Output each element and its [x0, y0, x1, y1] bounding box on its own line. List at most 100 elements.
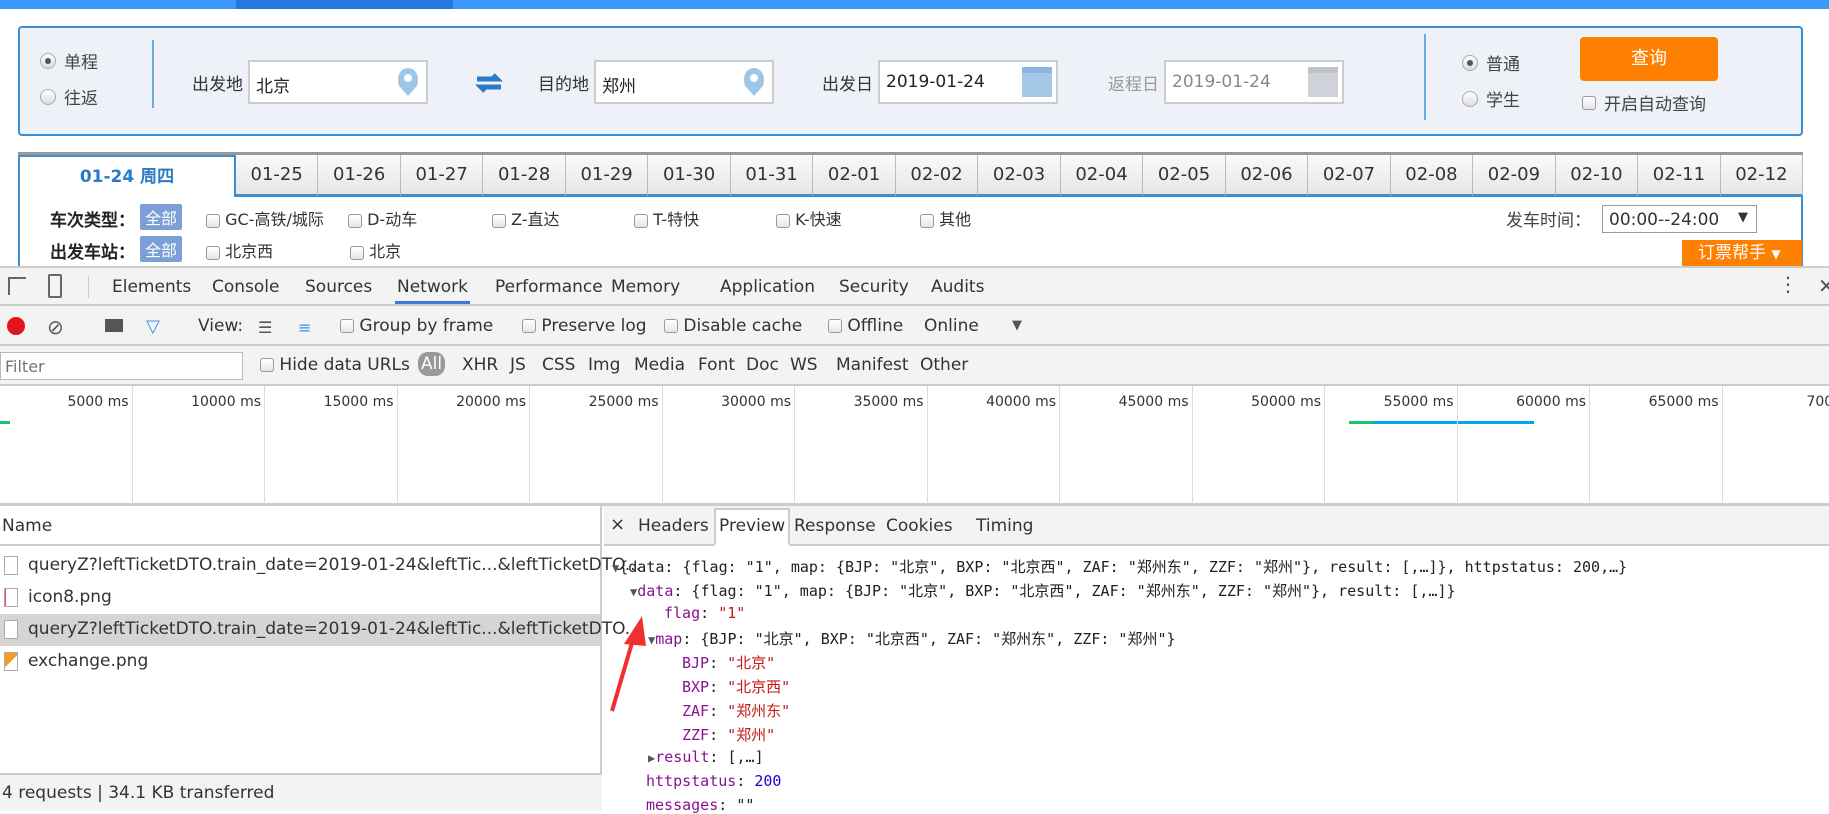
type-filter-xhr[interactable]: XHR [462, 355, 498, 375]
date-tab[interactable]: 01-28 [483, 155, 565, 197]
radio-oneway[interactable] [40, 53, 56, 69]
station-all[interactable]: 全部 [140, 236, 182, 262]
offline-option[interactable]: Offline [828, 316, 903, 336]
date-tab[interactable]: 02-02 [896, 155, 978, 197]
type-filter-other[interactable]: Other [920, 355, 968, 375]
checkbox[interactable] [920, 214, 934, 228]
date-tab[interactable]: 02-08 [1391, 155, 1473, 197]
checkbox[interactable] [522, 319, 536, 333]
request-row[interactable]: queryZ?leftTicketDTO.train_date=2019-01-… [0, 614, 600, 646]
devtools-tab-sources[interactable]: Sources [303, 268, 374, 304]
checkbox[interactable] [260, 358, 274, 372]
booking-helper-button[interactable]: 订票帮手 ▼ [1682, 240, 1802, 266]
train-type-all[interactable]: 全部 [140, 204, 182, 230]
train-type-option[interactable]: T-特快 [634, 206, 699, 230]
type-filter-all[interactable]: All [418, 352, 445, 376]
checkbox[interactable] [340, 319, 354, 333]
checkbox[interactable] [828, 319, 842, 333]
type-filter-js[interactable]: JS [510, 355, 526, 375]
disable-cache-option[interactable]: Disable cache [664, 316, 802, 336]
network-overview-timeline[interactable]: 5000 ms10000 ms15000 ms20000 ms25000 ms3… [0, 386, 1829, 506]
type-filter-ws[interactable]: WS [790, 355, 818, 375]
type-filter-font[interactable]: Font [698, 355, 735, 375]
query-button[interactable]: 查询 [1580, 37, 1718, 81]
train-type-option[interactable]: 其他 [920, 206, 971, 230]
checkbox[interactable] [206, 246, 220, 260]
devtools-tab-performance[interactable]: Performance [493, 268, 605, 304]
swap-icon[interactable] [475, 73, 503, 93]
devtools-tab-audits[interactable]: Audits [929, 268, 986, 304]
filter-input[interactable] [0, 352, 243, 380]
preview-map[interactable]: ▼map: {BJP: "北京", BXP: "北京西", ZAF: "郑州东"… [648, 628, 1176, 649]
devtools-tab-network[interactable]: Network [395, 268, 470, 304]
date-tab-current[interactable]: 01-24 周四 [18, 155, 236, 197]
record-icon[interactable] [7, 317, 25, 335]
date-tab[interactable]: 01-25 [236, 155, 318, 197]
type-filter-doc[interactable]: Doc [746, 355, 779, 375]
checkbox[interactable] [206, 214, 220, 228]
screenshot-camera-icon[interactable] [105, 319, 123, 332]
date-tab[interactable]: 01-31 [731, 155, 813, 197]
depart-date-input[interactable]: 2019-01-24 [878, 60, 1058, 104]
filter-funnel-icon[interactable]: ▽ [146, 316, 160, 337]
depart-time-select[interactable]: 00:00--24:00▼ [1602, 205, 1757, 233]
location-pin-icon[interactable] [398, 68, 418, 96]
throttle-select[interactable]: Online [924, 316, 979, 336]
type-filter-media[interactable]: Media [634, 355, 685, 375]
checkbox[interactable] [664, 319, 678, 333]
clear-icon[interactable]: ⊘ [47, 315, 64, 339]
station-option[interactable]: 北京西 [206, 238, 273, 262]
devtools-tab-elements[interactable]: Elements [110, 268, 193, 304]
date-tab[interactable]: 02-01 [813, 155, 895, 197]
device-toolbar-icon[interactable] [48, 274, 62, 298]
from-input[interactable]: 北京 [248, 60, 428, 104]
preserve-log-option[interactable]: Preserve log [522, 316, 647, 336]
type-filter-css[interactable]: CSS [542, 355, 575, 375]
return-date-input[interactable]: 2019-01-24 [1164, 60, 1344, 104]
devtools-tab-memory[interactable]: Memory [609, 268, 682, 304]
date-tab[interactable]: 02-03 [978, 155, 1060, 197]
checkbox[interactable] [348, 214, 362, 228]
auto-query-checkbox[interactable] [1582, 96, 1596, 110]
checkbox[interactable] [350, 246, 364, 260]
radio-normal[interactable] [1462, 55, 1478, 71]
location-pin-icon[interactable] [744, 68, 764, 96]
date-tab[interactable]: 02-07 [1308, 155, 1390, 197]
date-tab[interactable]: 02-09 [1473, 155, 1555, 197]
train-type-option[interactable]: Z-直达 [492, 206, 560, 230]
calendar-icon[interactable] [1308, 67, 1338, 97]
date-tab[interactable]: 01-27 [401, 155, 483, 197]
preview-data[interactable]: ▼data: {flag: "1", map: {BJP: "北京", BXP:… [630, 580, 1456, 601]
name-column-header[interactable]: Name [0, 506, 600, 546]
date-tab[interactable]: 01-29 [566, 155, 648, 197]
detail-tab-timing[interactable]: Timing [976, 516, 1033, 536]
station-option[interactable]: 北京 [350, 238, 401, 262]
radio-roundtrip[interactable] [40, 89, 56, 105]
request-row[interactable]: icon8.png [0, 582, 600, 614]
checkbox[interactable] [776, 214, 790, 228]
devtools-tab-console[interactable]: Console [210, 268, 282, 304]
trip-type-oneway[interactable]: 单程 [40, 48, 98, 73]
train-type-option[interactable]: K-快速 [776, 206, 842, 230]
close-detail-icon[interactable]: × [610, 514, 625, 535]
detail-tab-response[interactable]: Response [794, 516, 876, 536]
to-input[interactable]: 郑州 [594, 60, 774, 104]
date-tab[interactable]: 02-04 [1061, 155, 1143, 197]
devtools-tab-security[interactable]: Security [837, 268, 911, 304]
passenger-normal[interactable]: 普通 [1462, 50, 1520, 75]
type-filter-img[interactable]: Img [588, 355, 620, 375]
request-row[interactable]: exchange.png [0, 646, 600, 678]
detail-tab-cookies[interactable]: Cookies [886, 516, 953, 536]
train-type-option[interactable]: GC-高铁/城际 [206, 206, 324, 230]
top-nav-active-item[interactable] [236, 0, 453, 9]
preview-result[interactable]: ▶result: [,…] [648, 748, 764, 766]
radio-student[interactable] [1462, 91, 1478, 107]
inspect-element-icon[interactable] [8, 277, 26, 295]
date-tab[interactable]: 01-26 [318, 155, 400, 197]
devtools-tab-application[interactable]: Application [718, 268, 817, 304]
hide-data-urls-option[interactable]: Hide data URLs [260, 355, 410, 375]
train-type-option[interactable]: D-动车 [348, 206, 417, 230]
date-tab[interactable]: 02-11 [1638, 155, 1720, 197]
preview-root[interactable]: ▼{data: {flag: "1", map: {BJP: "北京", BXP… [612, 556, 1627, 577]
group-by-frame-option[interactable]: Group by frame [340, 316, 493, 336]
